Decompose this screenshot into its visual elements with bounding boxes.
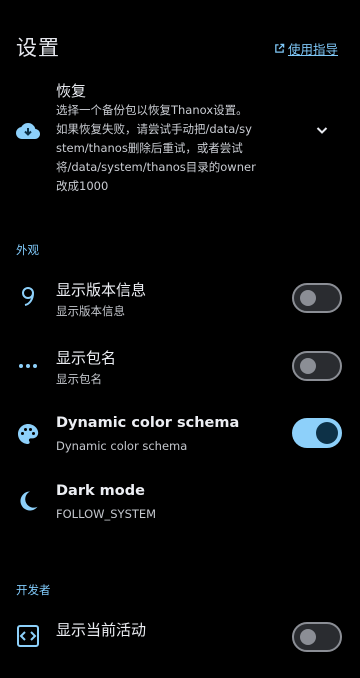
pref-show-version[interactable]: 显示版本信息 显示版本信息 <box>0 274 360 338</box>
show-current-activity-switch[interactable] <box>292 622 342 652</box>
pref-show-current-activity-title: 显示当前活动 <box>56 621 147 639</box>
dynamic-color-switch[interactable] <box>292 418 342 448</box>
pref-dynamic-color[interactable]: Dynamic color schema Dynamic color schem… <box>0 410 360 474</box>
cloud-download-icon <box>16 123 40 139</box>
show-version-switch[interactable] <box>292 283 342 313</box>
page-title: 设置 <box>16 36 60 60</box>
section-header-developer: 开发者 <box>16 583 51 597</box>
external-link-icon <box>275 43 285 53</box>
pref-show-package-name-summary: 显示包名 <box>56 372 102 386</box>
pref-show-package-name-title: 显示包名 <box>56 349 117 367</box>
restore-title: 恢复 <box>56 82 87 100</box>
palette-icon <box>16 422 40 446</box>
code-icon <box>16 624 40 648</box>
restore-description: 选择一个备份包以恢复Thanox设置。如果恢复失败，请尝试手动把/data/sy… <box>56 103 256 193</box>
pref-dark-mode-summary: FOLLOW_SYSTEM <box>56 507 157 521</box>
usage-guide-label: 使用指导 <box>287 42 338 57</box>
pref-show-current-activity[interactable]: 显示当前活动 <box>0 614 360 678</box>
pref-show-version-title: 显示版本信息 <box>56 281 147 299</box>
usage-guide-link[interactable]: 使用指导 <box>274 39 338 58</box>
section-header-appearance: 外观 <box>16 243 39 257</box>
moon-icon <box>16 489 40 513</box>
pref-dynamic-color-title: Dynamic color schema <box>56 415 240 431</box>
chevron-down-icon[interactable] <box>314 122 330 138</box>
pref-dark-mode-title: Dark mode <box>56 483 145 499</box>
more-horizontal-icon <box>16 354 40 378</box>
show-package-name-switch[interactable] <box>292 351 342 381</box>
pref-dark-mode[interactable]: Dark mode FOLLOW_SYSTEM <box>0 478 360 542</box>
nine-icon <box>16 284 40 308</box>
pref-show-package-name[interactable]: 显示包名 显示包名 <box>0 342 360 406</box>
restore-preference[interactable]: 恢复 选择一个备份包以恢复Thanox设置。如果恢复失败，请尝试手动把/data… <box>0 76 360 193</box>
pref-dynamic-color-summary: Dynamic color schema <box>56 439 188 453</box>
pref-show-version-summary: 显示版本信息 <box>56 304 125 318</box>
app-bar: 设置 使用指导 <box>0 0 360 80</box>
